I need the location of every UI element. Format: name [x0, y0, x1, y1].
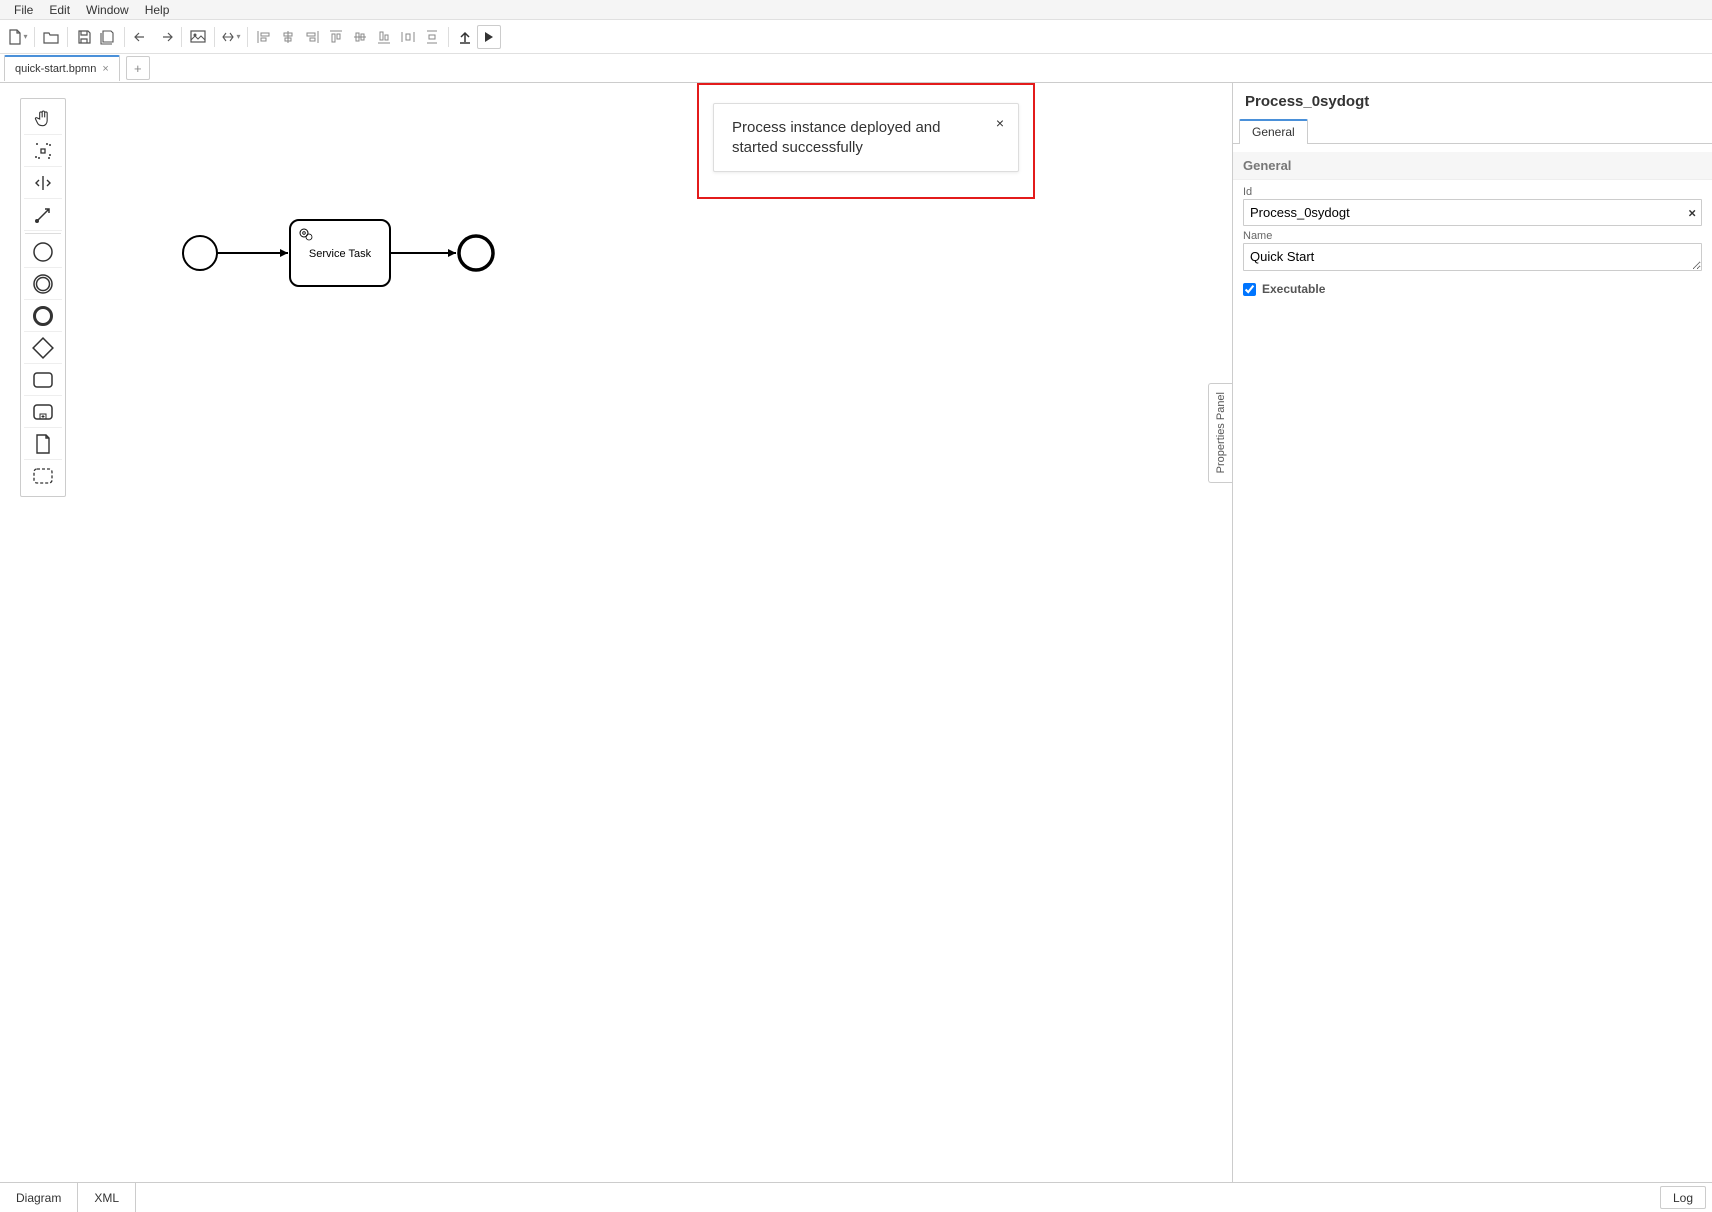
align-center-h-button[interactable]: [276, 25, 300, 49]
bottom-bar: Diagram XML Log: [0, 1182, 1712, 1212]
redo-button[interactable]: [153, 25, 177, 49]
align-top-button[interactable]: [324, 25, 348, 49]
menu-help[interactable]: Help: [137, 1, 178, 19]
menubar: File Edit Window Help: [0, 0, 1712, 20]
task-tool[interactable]: [24, 364, 62, 396]
toolbar-separator: [124, 27, 125, 47]
space-tool[interactable]: [24, 167, 62, 199]
menu-file[interactable]: File: [6, 1, 41, 19]
properties-tabs: General: [1233, 118, 1712, 144]
toolbar-separator: [34, 27, 35, 47]
toolbar-separator: [181, 27, 182, 47]
intermediate-event-tool[interactable]: [24, 268, 62, 300]
connect-tool[interactable]: [24, 199, 62, 231]
align-button[interactable]: ▾: [219, 25, 243, 49]
group-tool[interactable]: [24, 460, 62, 492]
close-icon[interactable]: ×: [102, 63, 108, 75]
toolbar: ▾ ▾: [0, 20, 1712, 54]
caret-down-icon: ▾: [236, 32, 240, 41]
align-center-v-button[interactable]: [348, 25, 372, 49]
file-tab[interactable]: quick-start.bpmn ×: [4, 55, 120, 81]
open-file-button[interactable]: [39, 25, 63, 49]
run-button[interactable]: [477, 25, 501, 49]
toolbar-separator: [214, 27, 215, 47]
bottom-tab-diagram[interactable]: Diagram: [0, 1183, 78, 1212]
image-button[interactable]: [186, 25, 210, 49]
toolbar-separator: [247, 27, 248, 47]
log-button[interactable]: Log: [1660, 1186, 1706, 1209]
lasso-tool[interactable]: [24, 135, 62, 167]
start-event-tool[interactable]: [24, 236, 62, 268]
properties-panel-toggle[interactable]: Properties Panel: [1208, 383, 1232, 483]
executable-label: Executable: [1262, 282, 1325, 296]
palette-separator: [25, 233, 60, 234]
task-label: Service Task: [309, 248, 372, 260]
name-input[interactable]: Quick Start: [1243, 243, 1702, 271]
distribute-v-button[interactable]: [420, 25, 444, 49]
id-input[interactable]: [1243, 199, 1702, 226]
spacer: [136, 1183, 1654, 1212]
properties-panel: Process_0sydogt General General Id × Nam…: [1232, 83, 1712, 1182]
align-bottom-button[interactable]: [372, 25, 396, 49]
data-object-tool[interactable]: [24, 428, 62, 460]
name-label: Name: [1243, 230, 1702, 242]
deploy-button[interactable]: [453, 25, 477, 49]
properties-group-general: General Id × Name Quick Start Executable: [1233, 144, 1712, 304]
notification-highlight: Process instance deployed and started su…: [697, 83, 1035, 199]
undo-button[interactable]: [129, 25, 153, 49]
menu-window[interactable]: Window: [78, 1, 137, 19]
menu-edit[interactable]: Edit: [41, 1, 78, 19]
save-all-button[interactable]: [96, 25, 120, 49]
tool-palette: [20, 98, 66, 497]
distribute-h-button[interactable]: [396, 25, 420, 49]
executable-checkbox[interactable]: [1243, 283, 1256, 296]
toolbar-separator: [448, 27, 449, 47]
gateway-tool[interactable]: [24, 332, 62, 364]
caret-down-icon: ▾: [23, 32, 27, 41]
add-tab-button[interactable]: +: [126, 56, 150, 80]
start-event[interactable]: [183, 236, 217, 270]
hand-tool[interactable]: [24, 103, 62, 135]
align-left-button[interactable]: [252, 25, 276, 49]
group-title: General: [1233, 152, 1712, 180]
close-icon[interactable]: ×: [996, 114, 1004, 132]
bottom-tab-xml[interactable]: XML: [78, 1183, 136, 1212]
align-right-button[interactable]: [300, 25, 324, 49]
end-event[interactable]: [459, 236, 493, 270]
new-file-button[interactable]: ▾: [6, 25, 30, 49]
workspace: Service Task Process instance deployed a…: [0, 82, 1712, 1182]
save-button[interactable]: [72, 25, 96, 49]
notification-text: Process instance deployed and started su…: [732, 119, 940, 156]
subprocess-tool[interactable]: [24, 396, 62, 428]
notification-toast: Process instance deployed and started su…: [713, 103, 1019, 172]
id-label: Id: [1243, 186, 1702, 198]
toolbar-separator: [67, 27, 68, 47]
tab-label: quick-start.bpmn: [15, 63, 96, 75]
properties-title: Process_0sydogt: [1233, 83, 1712, 118]
clear-icon[interactable]: ×: [1688, 205, 1696, 220]
properties-tab-general[interactable]: General: [1239, 119, 1308, 144]
tabs-row: quick-start.bpmn × +: [0, 54, 1712, 82]
end-event-tool[interactable]: [24, 300, 62, 332]
properties-toggle-label: Properties Panel: [1215, 392, 1227, 473]
